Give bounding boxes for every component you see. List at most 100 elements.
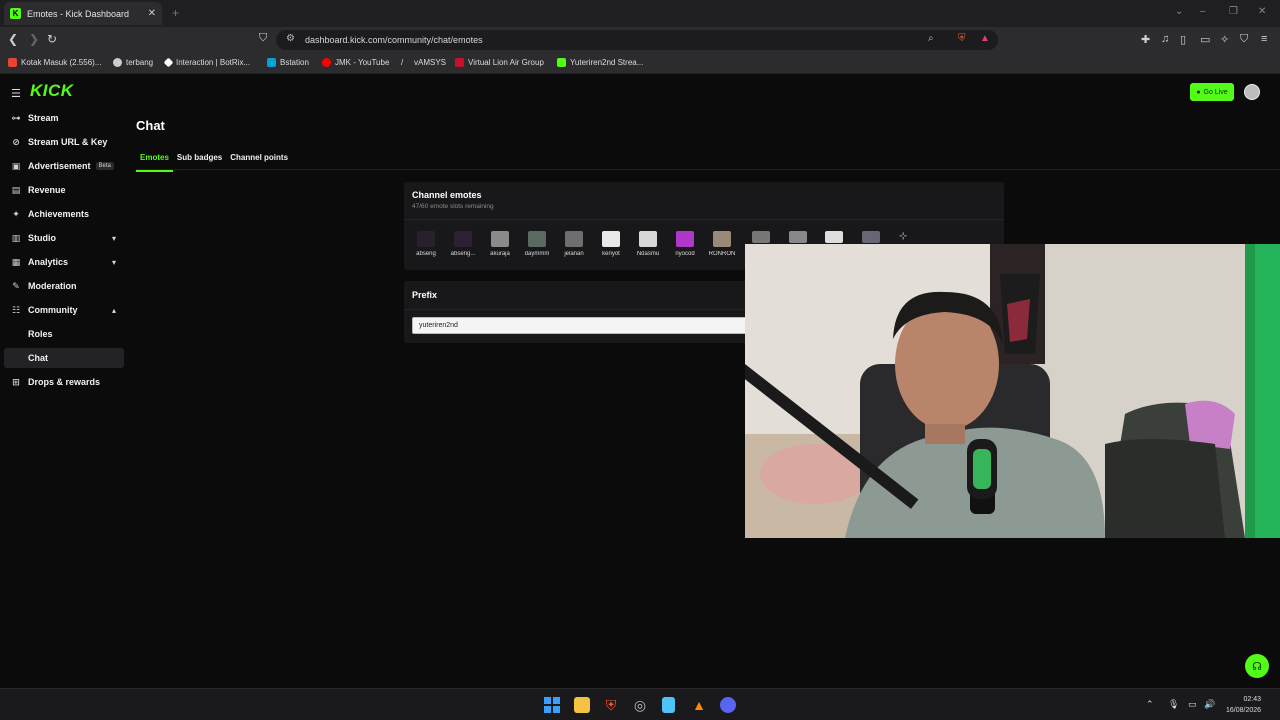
url-text[interactable]: dashboard.kick.com/community/chat/emotes xyxy=(305,35,483,45)
windows-start-icon[interactable] xyxy=(544,697,560,713)
bookmark-item[interactable]: JMK - YouTube xyxy=(322,58,389,67)
tab-list-icon[interactable]: ⌄ xyxy=(1175,6,1183,17)
emote-image xyxy=(454,231,472,247)
stream-icon: ⊶ xyxy=(11,112,21,123)
emote-item[interactable]: Ndasmu xyxy=(631,231,665,257)
maximize-icon[interactable]: ❐ xyxy=(1229,6,1238,17)
sidebar-item-community[interactable]: ☷ Community ▴ xyxy=(0,300,124,320)
plane-icon xyxy=(113,58,122,67)
go-live-button[interactable]: ● Go Live xyxy=(1190,83,1234,101)
bookmark-item[interactable]: Bstation xyxy=(267,58,309,67)
window-close-icon[interactable]: ✕ xyxy=(1258,6,1266,17)
sidebar-item-revenue[interactable]: ▤ Revenue xyxy=(0,180,124,200)
bookmark-item[interactable]: / vAMSYS xyxy=(401,58,446,67)
minimize-icon[interactable]: – xyxy=(1200,6,1206,17)
volume-icon[interactable]: 🔊 xyxy=(1204,699,1215,710)
emote-slots-remaining: 47/60 emote slots remaining xyxy=(412,203,494,210)
vlc-icon[interactable]: ▲ xyxy=(691,697,707,713)
page-title: Chat xyxy=(136,118,165,133)
vamsys-icon: / xyxy=(401,58,404,67)
address-bar[interactable]: ⚙ dashboard.kick.com/community/chat/emot… xyxy=(276,30,998,50)
brave-shields-icon[interactable]: ⛨ xyxy=(958,33,966,44)
emote-item[interactable]: daymmm xyxy=(520,231,554,257)
hamburger-menu-icon[interactable]: ☰ xyxy=(11,87,21,100)
trophy-icon: ✦ xyxy=(12,208,20,219)
vpn-icon[interactable]: ⛉ xyxy=(1240,33,1248,46)
emote-item[interactable]: abseng... xyxy=(446,231,480,257)
sidebar-item-moderation[interactable]: ✎ Moderation xyxy=(0,276,124,296)
file-explorer-icon[interactable] xyxy=(574,697,590,713)
bookmark-item[interactable]: Kotak Masuk (2.556)... xyxy=(8,58,101,67)
chevron-down-icon: ▾ xyxy=(111,257,116,267)
sidebar-item-advertisement[interactable]: ▣ Advertisement Beta xyxy=(0,156,124,176)
sidebar-item-stream-url-key[interactable]: ⊘ Stream URL & Key xyxy=(0,132,124,152)
system-clock[interactable]: 02:43 16/08/2026 xyxy=(1226,694,1261,716)
kick-icon xyxy=(557,58,566,67)
sidebar-item-chat[interactable]: Chat xyxy=(4,348,124,368)
bookmark-icon[interactable]: ⛉ xyxy=(259,32,267,45)
tab-title: Emotes - Kick Dashboard xyxy=(27,8,130,19)
revenue-icon: ▤ xyxy=(11,184,21,195)
lionair-icon xyxy=(455,58,464,67)
ad-icon: ▣ xyxy=(11,160,21,171)
sidebar-item-stream[interactable]: ⊶ Stream xyxy=(0,108,124,128)
emote-image xyxy=(565,231,583,247)
prefix-input[interactable]: yuteriren2nd xyxy=(412,317,752,334)
brave-rewards-icon[interactable]: ▲ xyxy=(980,33,990,44)
bookmark-item[interactable]: Yuteriren2nd Strea... xyxy=(557,58,643,67)
emote-image xyxy=(862,231,880,243)
bookmark-item[interactable]: Virtual Lion Air Group xyxy=(455,58,544,67)
chevron-up-icon: ▴ xyxy=(111,305,116,315)
brave-icon[interactable]: ⛨ xyxy=(603,697,619,713)
leo-ai-icon[interactable]: ✧ xyxy=(1220,33,1229,46)
emote-item[interactable]: abseng xyxy=(409,231,443,257)
kick-logo[interactable]: KICK xyxy=(30,81,74,101)
menu-icon[interactable]: ≡ xyxy=(1261,33,1267,45)
reload-icon[interactable]: ↻ xyxy=(47,32,57,46)
zoom-icon[interactable]: ⌕ xyxy=(928,33,934,44)
kick-favicon-icon: K xyxy=(10,8,21,19)
discord-icon[interactable] xyxy=(720,697,736,713)
emote-item[interactable]: RONRON xyxy=(705,231,739,257)
tray-overflow-icon[interactable]: ⌃ xyxy=(1146,699,1154,710)
studio-icon: ▥ xyxy=(11,232,21,243)
new-tab-icon[interactable]: + xyxy=(172,6,179,20)
bookmark-item[interactable]: Interaction | BotRix... xyxy=(163,57,250,68)
sidebar-item-studio[interactable]: ▥ Studio ▾ xyxy=(0,228,124,248)
microphone-icon[interactable]: 🎙 xyxy=(1168,699,1179,710)
tab-close-icon[interactable]: ✕ xyxy=(148,8,156,19)
media-icon[interactable]: ♫ xyxy=(1161,33,1169,45)
emote-item[interactable]: akuraja xyxy=(483,231,517,257)
wallet-icon[interactable]: ▭ xyxy=(1200,33,1210,46)
bookmark-item[interactable]: terbang xyxy=(113,58,153,67)
gmail-icon xyxy=(8,58,17,67)
emote-image xyxy=(491,231,509,247)
tabs-divider xyxy=(136,169,1280,170)
forward-icon[interactable]: ❯ xyxy=(29,32,39,46)
sidebar-item-roles[interactable]: Roles xyxy=(0,324,124,344)
emote-item[interactable]: kenyot xyxy=(594,231,628,257)
community-icon: ☷ xyxy=(11,304,21,315)
emote-item[interactable]: jelanan xyxy=(557,231,591,257)
extensions-icon[interactable]: ✚ xyxy=(1141,33,1150,46)
emote-image xyxy=(789,231,807,243)
emote-image xyxy=(639,231,657,247)
sidebar-item-achievements[interactable]: ✦ Achievements xyxy=(0,204,124,224)
notepad-icon[interactable] xyxy=(662,697,675,713)
back-icon[interactable]: ❮ xyxy=(8,32,18,46)
site-info-icon[interactable]: ⚙ xyxy=(286,33,295,44)
network-icon[interactable]: ▭ xyxy=(1188,699,1197,710)
browser-tab-active[interactable]: K Emotes - Kick Dashboard ✕ xyxy=(4,2,162,25)
sidebar-toggle-icon[interactable]: ▯ xyxy=(1180,33,1186,46)
bookmarks-bar: Kotak Masuk (2.556)... terbang Interacti… xyxy=(0,53,1280,74)
add-emote-icon[interactable]: ⊹ xyxy=(899,231,917,243)
support-chat-icon[interactable]: ☊ xyxy=(1245,654,1269,678)
sidebar-item-analytics[interactable]: ▦ Analytics ▾ xyxy=(0,252,124,272)
chrome-icon[interactable]: ◎ xyxy=(632,697,648,713)
user-avatar[interactable] xyxy=(1244,84,1260,100)
clock-time: 02:43 xyxy=(1243,696,1262,703)
webcam-feed-image xyxy=(745,244,1280,538)
emote-image xyxy=(417,231,435,247)
sidebar-item-drops-rewards[interactable]: ⊞ Drops & rewards xyxy=(0,372,124,392)
emote-item[interactable]: nyocod xyxy=(668,231,702,257)
